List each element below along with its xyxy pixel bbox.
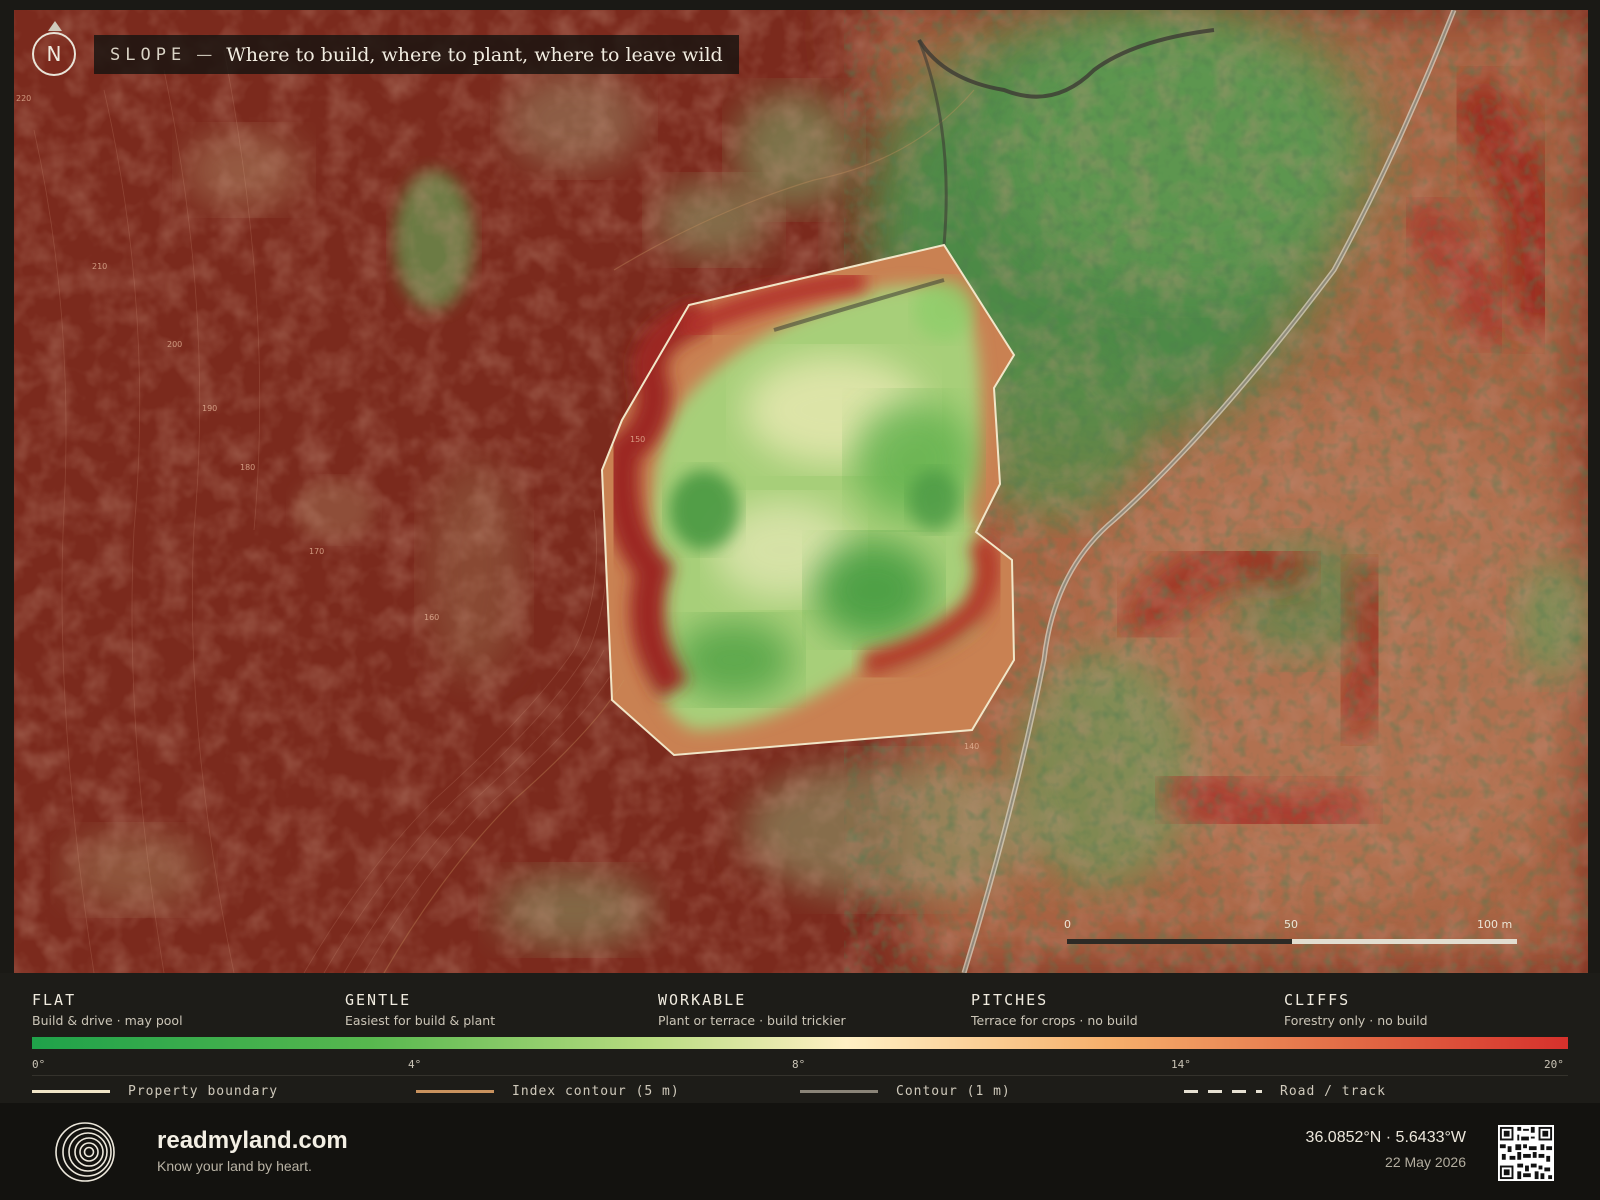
property-boundary-swatch [32,1090,110,1093]
key-label: Contour (1 m) [896,1084,1011,1099]
key-label: Index contour (5 m) [512,1084,680,1099]
legend-category-description: Plant or terrace · build trickier [658,1013,846,1028]
map-title-key: SLOPE [110,44,187,65]
contour-label: 170 [309,547,325,556]
legend-category-cliffs: CLIFFS Forestry only · no build [1284,991,1584,1028]
ramp-tick-14: 14° [1171,1058,1191,1071]
ramp-tick-4: 4° [408,1058,422,1071]
slope-raster [14,10,1588,973]
slope-color-ramp [32,1037,1568,1049]
legend-category-pitches: PITCHES Terrace for crops · no build [971,991,1271,1028]
north-label: N [46,42,62,66]
north-arrow-icon [48,21,62,31]
legend-category-name: FLAT [32,991,77,1009]
scale-label-50: 50 [1284,918,1298,931]
legend-category-flat: FLAT Build & drive · may pool [32,991,332,1028]
ramp-tick-20: 20° [1544,1058,1564,1071]
concentric-rings-logo-icon [55,1122,115,1182]
legend: FLAT Build & drive · may pool GENTLE Eas… [0,973,1600,1103]
key-label: Property boundary [128,1084,279,1099]
legend-category-gentle: GENTLE Easiest for build & plant [345,991,645,1028]
ramp-tick-0: 0° [32,1058,46,1071]
contour-label: 210 [92,262,108,271]
footer: readmyland.com Know your land by heart. … [0,1103,1600,1200]
map-date: 22 May 2026 [1385,1154,1466,1170]
map-title-separator: — [196,45,213,64]
ramp-tick-8: 8° [792,1058,806,1071]
scale-bar: 0 50 100 m [1064,918,1517,948]
brand-name[interactable]: readmyland.com [157,1127,348,1155]
legend-category-description: Build & drive · may pool [32,1013,183,1028]
legend-category-workable: WORKABLE Plant or terrace · build tricki… [658,991,958,1028]
legend-category-description: Forestry only · no build [1284,1013,1428,1028]
key-index-contour: Index contour (5 m) [416,1084,680,1099]
slope-map[interactable]: N SLOPE — Where to build, where to plant… [14,10,1588,973]
north-compass: N [32,32,76,76]
road-track-swatch [1184,1090,1262,1093]
contour-label: 150 [630,435,646,444]
scale-bar-dark-segment [1067,939,1292,944]
key-contour: Contour (1 m) [800,1084,1011,1099]
qr-code-icon[interactable] [1498,1125,1554,1181]
scale-label-100: 100 m [1477,918,1513,931]
index-contour-swatch [416,1090,494,1093]
legend-category-name: WORKABLE [658,991,747,1009]
map-title-text: Where to build, where to plant, where to… [226,43,723,66]
contour-label: 190 [202,404,218,413]
legend-category-description: Easiest for build & plant [345,1013,496,1028]
legend-category-name: PITCHES [971,991,1049,1009]
key-road-track: Road / track [1184,1084,1386,1099]
key-property-boundary: Property boundary [32,1084,278,1099]
map-coordinates: 36.0852°N · 5.6433°W [1305,1129,1466,1146]
contour-label: 140 [964,742,980,751]
contour-swatch [800,1090,878,1093]
contour-label: 220 [16,94,32,103]
map-title: SLOPE — Where to build, where to plant, … [94,35,739,74]
contour-label: 160 [424,613,440,622]
contour-label: 180 [240,463,256,472]
legend-category-name: CLIFFS [1284,991,1351,1009]
key-label: Road / track [1280,1084,1386,1099]
legend-category-name: GENTLE [345,991,412,1009]
legend-category-description: Terrace for crops · no build [971,1013,1138,1028]
scale-bar-light-segment [1292,939,1517,944]
contour-label: 200 [167,340,183,349]
legend-divider [32,1075,1568,1076]
brand-tagline: Know your land by heart. [157,1158,312,1174]
scale-label-0: 0 [1064,918,1071,931]
